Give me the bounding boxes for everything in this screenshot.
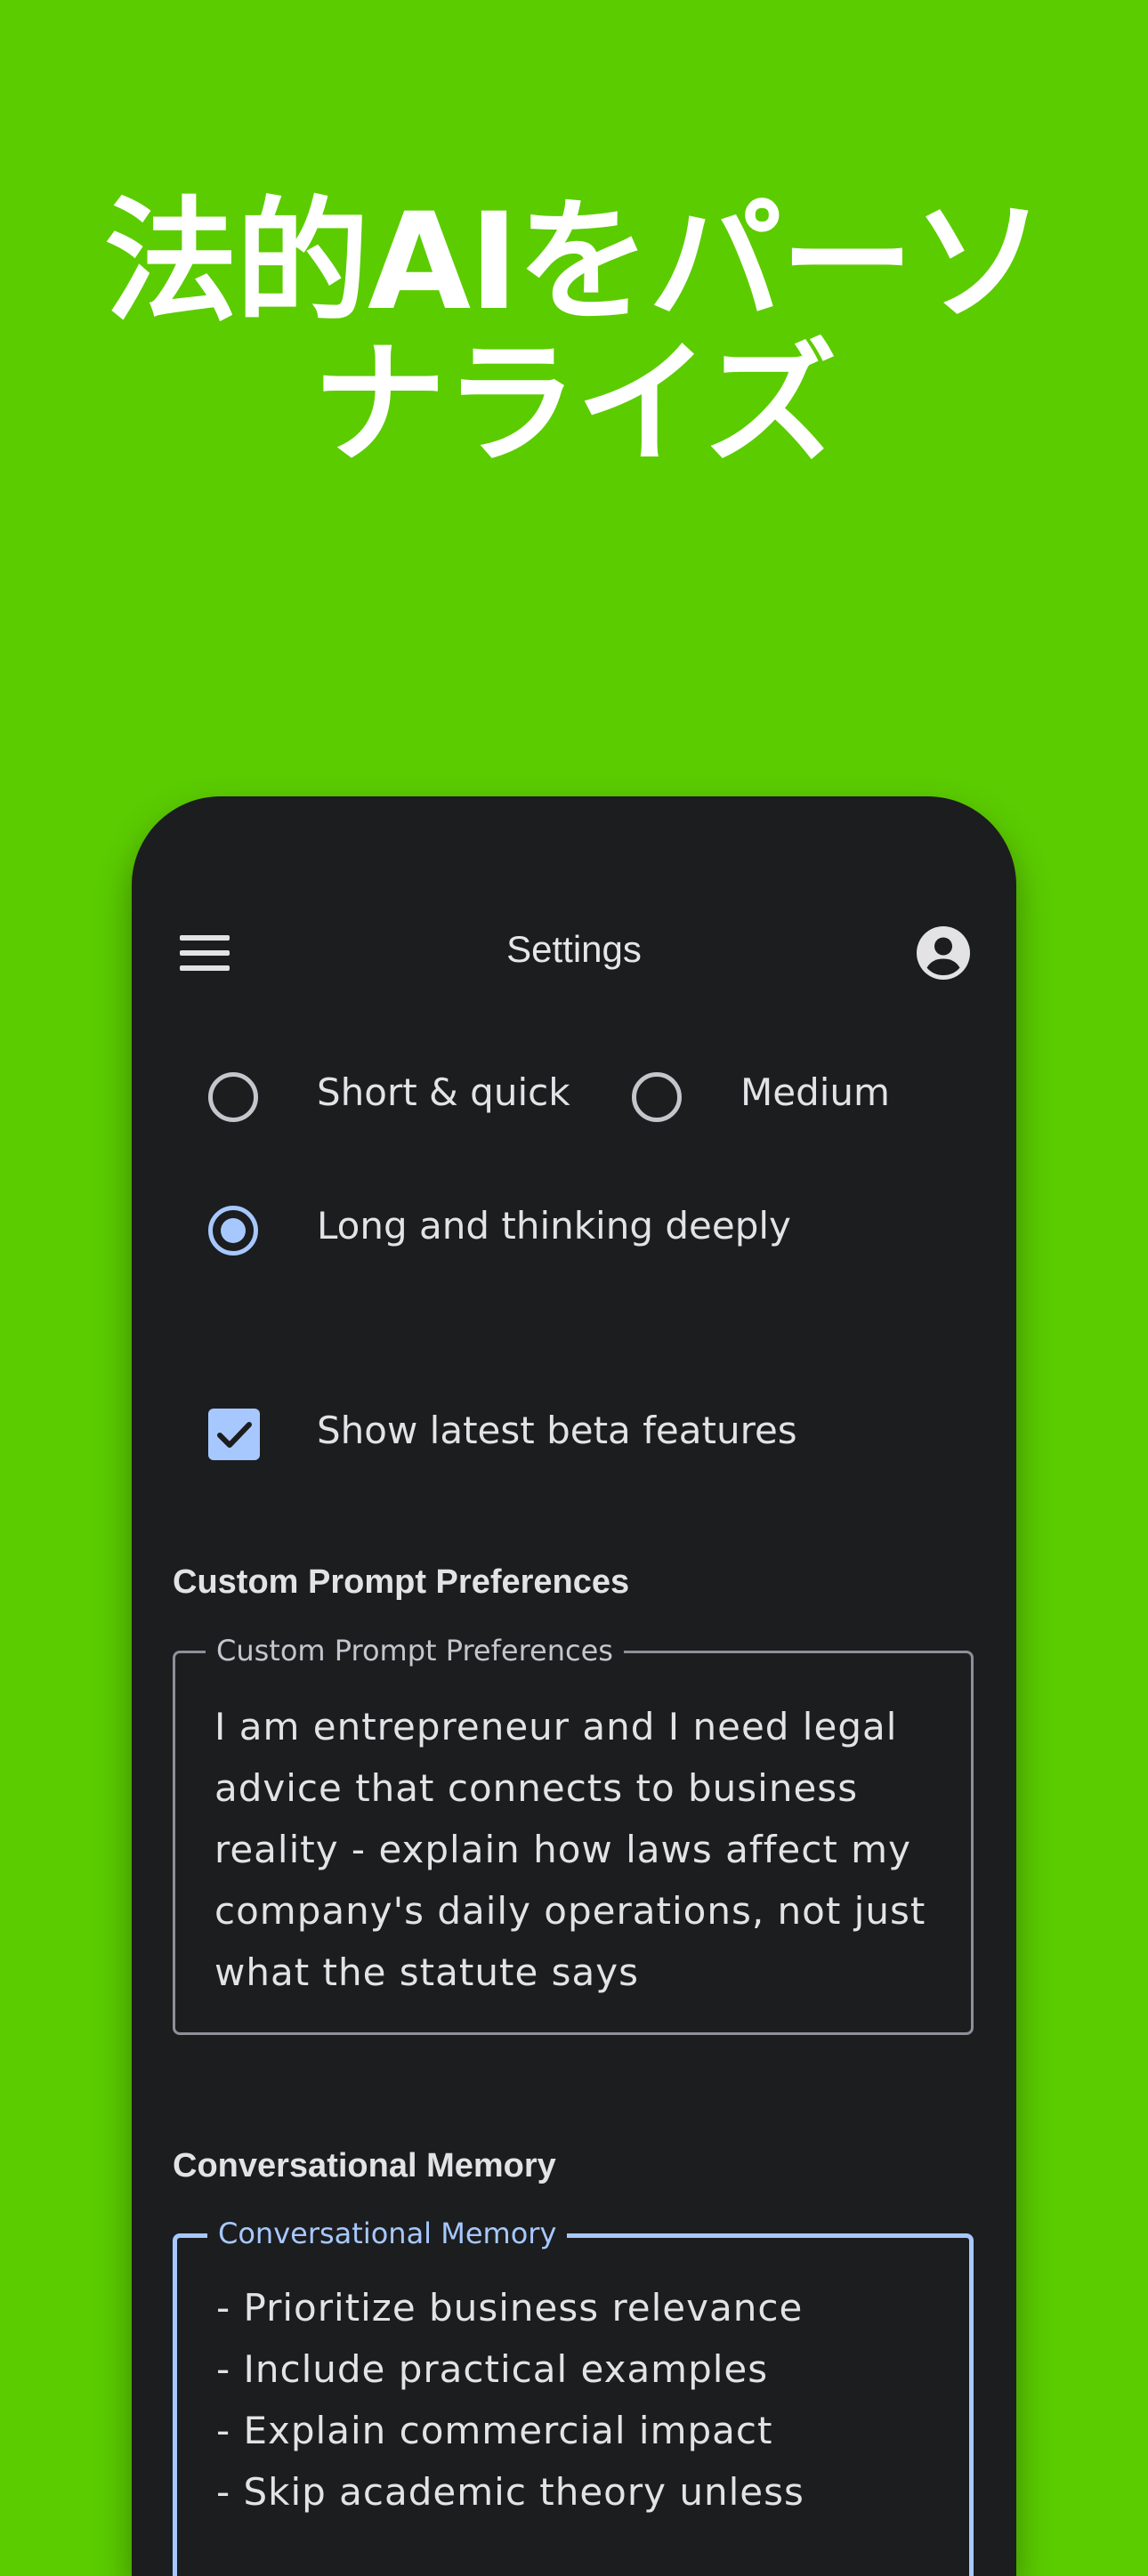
- radio-label-short-quick: Short & quick: [317, 1070, 570, 1114]
- app-bar: Settings: [132, 903, 1016, 1001]
- radio-medium[interactable]: [632, 1072, 682, 1122]
- account-circle-icon[interactable]: [917, 926, 970, 980]
- headline-line-2: ナライズ: [312, 327, 837, 482]
- custom-prompt-line: I am entrepreneur and I need legal: [214, 1705, 898, 1748]
- custom-prompt-line: advice that connects to business: [214, 1766, 859, 1810]
- checkmark-icon: [217, 1422, 252, 1448]
- memory-line: - Include practical examples: [216, 2347, 769, 2391]
- custom-prompt-line: company's daily operations, not just: [214, 1889, 926, 1933]
- memory-line: - Skip academic theory unless: [216, 2470, 804, 2514]
- memory-line: - Prioritize business relevance: [216, 2286, 804, 2330]
- phone-screen: Settings Short & quick Medium Long and t…: [132, 796, 1016, 2576]
- headline-line-1: 法的AIをパーソ: [104, 185, 1046, 340]
- beta-features-label: Show latest beta features: [317, 1409, 797, 1452]
- custom-prompt-text: I am entrepreneur and I need legal advic…: [214, 1696, 944, 2003]
- radio-short-quick[interactable]: [208, 1072, 258, 1122]
- custom-prompt-field-label: Custom Prompt Preferences: [206, 1634, 624, 1668]
- radio-label-medium: Medium: [740, 1070, 890, 1114]
- radio-label-long-deep: Long and thinking deeply: [317, 1204, 791, 1248]
- custom-prompt-line: what the statute says: [214, 1950, 639, 1994]
- radio-long-deep[interactable]: [208, 1206, 258, 1256]
- memory-line: - Explain commercial impact: [216, 2409, 773, 2452]
- custom-prompt-line: reality - explain how laws affect my: [214, 1828, 911, 1871]
- memory-section-title: Conversational Memory: [173, 2147, 556, 2184]
- beta-features-checkbox[interactable]: [208, 1409, 260, 1460]
- custom-prompt-section-title: Custom Prompt Preferences: [173, 1563, 630, 1601]
- custom-prompt-field[interactable]: Custom Prompt Preferences I am entrepren…: [173, 1634, 974, 2035]
- memory-field-label: Conversational Memory: [207, 2217, 568, 2250]
- menu-icon[interactable]: [180, 935, 230, 971]
- marketing-headline: 法的AIをパーソ ナライズ: [53, 191, 1095, 476]
- memory-field[interactable]: Conversational Memory - Prioritize busin…: [173, 2217, 974, 2576]
- page-title: Settings: [506, 928, 642, 970]
- memory-text: - Prioritize business relevance - Includ…: [216, 2277, 946, 2523]
